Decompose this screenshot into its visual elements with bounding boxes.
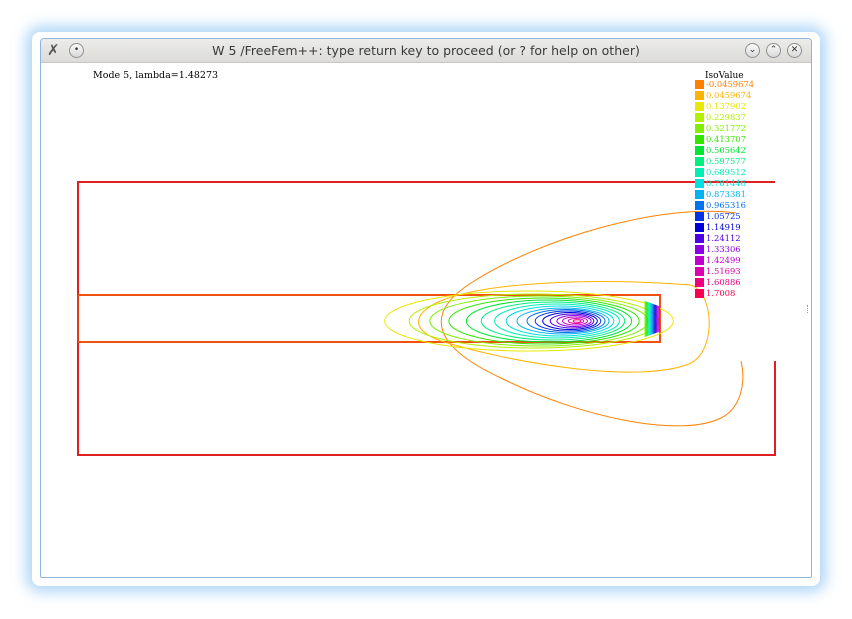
contour-ellipse (448, 297, 640, 345)
legend-swatch (695, 234, 704, 243)
legend-swatch (695, 157, 704, 166)
contour-ellipse (572, 319, 582, 323)
legend-label: 0.229837 (706, 112, 746, 122)
legend-label: 1.05725 (706, 211, 741, 221)
maximize-button[interactable]: ⌃ (766, 43, 781, 58)
legend-swatch (695, 278, 704, 287)
legend-swatch (695, 80, 704, 89)
legend-label: 1.42499 (706, 255, 741, 265)
legend-label: 0.873381 (706, 189, 746, 199)
contour-lines (384, 210, 744, 427)
legend-label: 0.597577 (706, 156, 746, 166)
legend-swatch (695, 267, 704, 276)
legend-swatch (695, 201, 704, 210)
legend-swatch (695, 113, 704, 122)
legend-swatch (695, 289, 704, 298)
legend-label: 0.413707 (706, 134, 746, 144)
legend-swatch (695, 168, 704, 177)
legend-label: 0.0459674 (706, 90, 752, 100)
legend-swatch (695, 190, 704, 199)
legend-label: 0.505642 (706, 145, 746, 155)
contour-ellipse (480, 301, 626, 341)
freefem-window[interactable]: ✗ • W 5 /FreeFem++: type return key to p… (40, 38, 812, 578)
legend-swatch (695, 146, 704, 155)
legend-label: 0.689512 (706, 167, 746, 177)
close-button[interactable]: ✕ (787, 43, 802, 58)
legend-swatch (695, 212, 704, 221)
legend-label: 1.14919 (706, 222, 741, 232)
legend-label: 0.965316 (706, 200, 746, 210)
window-title: W 5 /FreeFem++: type return key to proce… (212, 43, 640, 58)
legend-swatch (695, 245, 704, 254)
legend-swatch (695, 91, 704, 100)
contour-ellipse (408, 293, 660, 349)
legend-label: 1.60886 (706, 277, 741, 287)
resize-grip[interactable] (807, 305, 810, 313)
legend-label: -0.0459674 (706, 79, 755, 89)
legend-swatch (695, 135, 704, 144)
title-bar[interactable]: ✗ • W 5 /FreeFem++: type return key to p… (41, 39, 811, 63)
legend-label: 0.137902 (706, 101, 746, 111)
legend-label: 0.781446 (706, 178, 746, 188)
minimize-button[interactable]: ⌄ (745, 43, 760, 58)
legend-label: 1.7008 (706, 288, 736, 298)
legend-label: 0.321772 (706, 123, 746, 133)
mode-label: Mode 5, lambda=1.48273 (93, 70, 219, 81)
legend-swatch (695, 124, 704, 133)
legend-swatch (695, 256, 704, 265)
legend-swatch (695, 223, 704, 232)
legend-swatch (695, 179, 704, 188)
legend-label: 1.33306 (706, 244, 741, 254)
contour-ellipse (542, 312, 598, 330)
contour-ellipse (429, 295, 649, 347)
outer-boundary (77, 181, 776, 456)
legend-label: 1.51693 (706, 266, 741, 276)
domain-boundaries (77, 181, 776, 456)
legend-label: 1.24112 (706, 233, 741, 243)
legend-swatch (695, 102, 704, 111)
